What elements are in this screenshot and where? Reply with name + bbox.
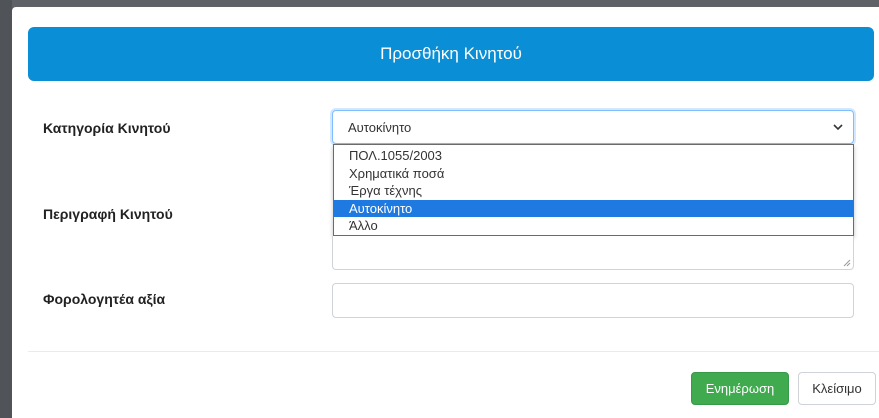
description-label: Περιγραφή Κινητού <box>43 206 173 222</box>
category-label: Κατηγορία Κινητού <box>43 120 171 136</box>
option-other[interactable]: Άλλο <box>334 217 853 235</box>
category-select[interactable]: Αυτοκίνητο <box>332 110 854 144</box>
option-car[interactable]: Αυτοκίνητο <box>334 199 853 217</box>
taxable-value-label: Φορολογητέα αξία <box>43 291 166 307</box>
resize-grip-icon[interactable] <box>843 259 851 267</box>
category-options-list: ΠΟΛ.1055/2003 Χρηματικά ποσά Έργα τέχνης… <box>333 144 854 236</box>
modal-title: Προσθήκη Κινητού <box>380 44 522 63</box>
description-textarea[interactable] <box>332 236 854 270</box>
add-movable-asset-modal: Προσθήκη Κινητού Κατηγορία Κινητού Αυτοκ… <box>12 7 879 418</box>
option-pol-1055-2003[interactable]: ΠΟΛ.1055/2003 <box>334 147 853 165</box>
option-cash-amounts[interactable]: Χρηματικά ποσά <box>334 165 853 183</box>
category-selected-value: Αυτοκίνητο <box>348 119 412 135</box>
close-button[interactable]: Κλείσιμο <box>798 372 876 405</box>
option-artworks[interactable]: Έργα τέχνης <box>334 182 853 200</box>
taxable-value-input[interactable] <box>332 283 854 318</box>
chevron-down-icon <box>833 124 843 131</box>
modal-backdrop <box>0 0 12 418</box>
footer-divider <box>28 351 879 352</box>
modal-header: Προσθήκη Κινητού <box>28 27 874 81</box>
update-button[interactable]: Ενημέρωση <box>691 372 789 405</box>
